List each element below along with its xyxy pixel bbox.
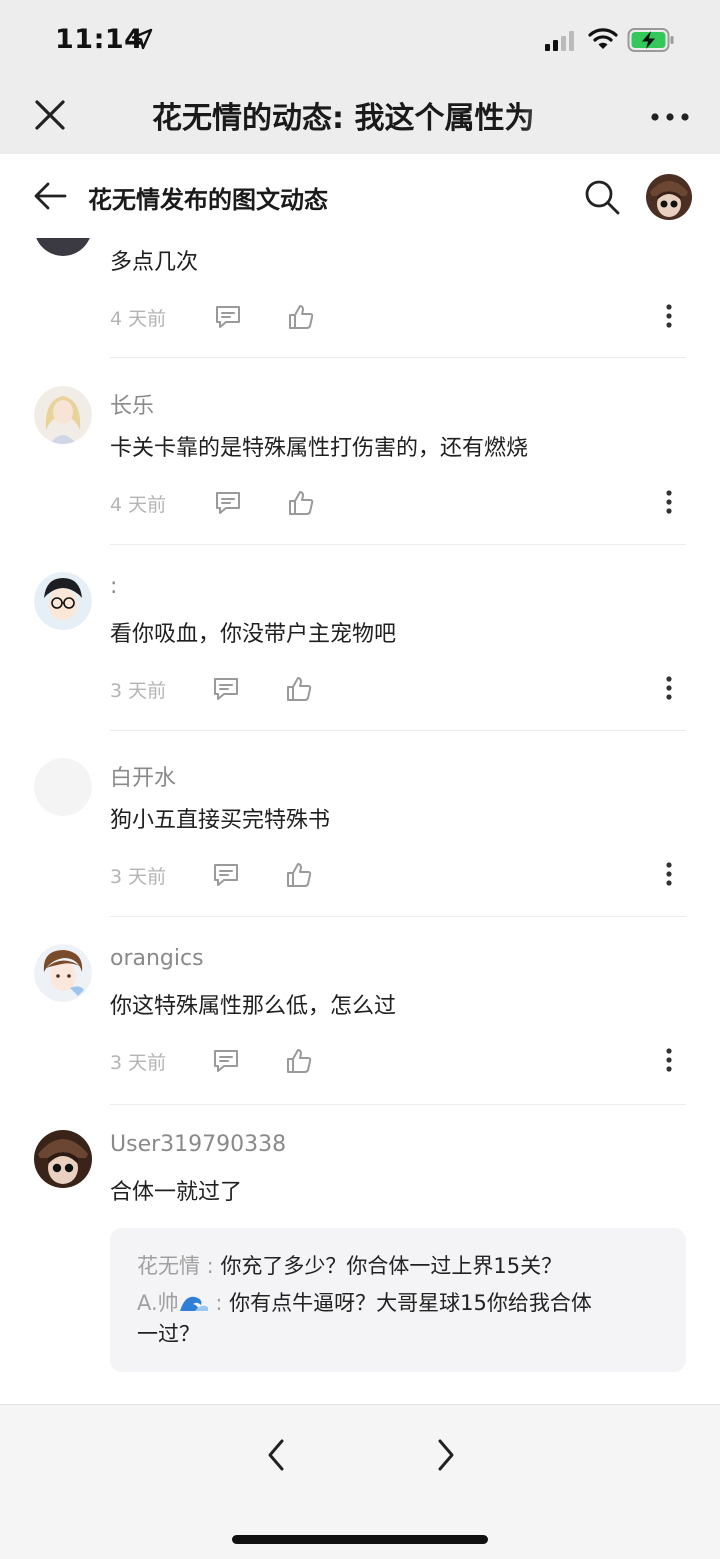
like-icon[interactable] bbox=[286, 676, 312, 702]
avatar[interactable] bbox=[34, 572, 92, 630]
bottom-toolbar bbox=[0, 1404, 720, 1559]
divider bbox=[110, 544, 686, 545]
kebab-icon[interactable] bbox=[664, 1048, 674, 1072]
comment-username: : bbox=[110, 574, 118, 599]
wifi-icon bbox=[588, 28, 618, 49]
page-header: 花无情发布的图文动态 bbox=[0, 154, 720, 238]
title-fade bbox=[520, 88, 590, 138]
reply-separator: : bbox=[208, 1291, 230, 1315]
like-icon[interactable] bbox=[288, 304, 314, 330]
reply-separator: : bbox=[200, 1254, 221, 1278]
divider bbox=[110, 357, 686, 358]
comment-username: User319790338 bbox=[110, 1132, 287, 1157]
reply-icon[interactable] bbox=[212, 862, 240, 888]
comment-text: 看你吸血，你没带户主宠物吧 bbox=[110, 622, 397, 647]
reply-text: 你有点牛逼呀？大哥星球15你给我合体 bbox=[229, 1291, 592, 1315]
comment-username: 长乐 bbox=[110, 394, 155, 419]
reply-item: A.帅 : 你有点牛逼呀？大哥星球15你给我合体 bbox=[137, 1287, 592, 1317]
comment-time: 3 天前 bbox=[110, 1052, 167, 1074]
comment-username: orangics bbox=[110, 946, 204, 971]
kebab-icon[interactable] bbox=[664, 862, 674, 886]
comment-username: 白开水 bbox=[110, 766, 177, 791]
reply-icon[interactable] bbox=[212, 676, 240, 702]
comment-time: 3 天前 bbox=[110, 680, 167, 702]
like-icon[interactable] bbox=[286, 1048, 312, 1074]
kebab-icon[interactable] bbox=[664, 304, 674, 328]
wave-emoji-icon bbox=[179, 1296, 208, 1311]
browser-chrome: 11:14 花无情的动态: 我这个属性为 bbox=[0, 0, 720, 154]
back-icon[interactable] bbox=[32, 180, 68, 212]
window-title: 花无情的动态: 我这个属性为 bbox=[152, 101, 535, 136]
cell-signal-icon bbox=[545, 31, 574, 51]
divider bbox=[110, 730, 686, 731]
reply-icon[interactable] bbox=[214, 304, 242, 330]
avatar[interactable] bbox=[34, 944, 92, 1002]
avatar[interactable] bbox=[34, 758, 92, 816]
next-icon[interactable] bbox=[432, 1437, 460, 1473]
comment-time: 4 天前 bbox=[110, 494, 167, 516]
comment-text: 卡关卡靠的是特殊属性打伤害的，还有燃烧 bbox=[110, 436, 529, 461]
battery-charging-icon bbox=[627, 28, 674, 52]
avatar[interactable] bbox=[34, 386, 92, 444]
location-arrow-icon bbox=[131, 28, 153, 50]
user-avatar[interactable] bbox=[646, 174, 692, 220]
divider bbox=[110, 916, 686, 917]
home-indicator[interactable] bbox=[232, 1535, 488, 1544]
reply-icon[interactable] bbox=[212, 1048, 240, 1074]
avatar[interactable] bbox=[34, 238, 92, 256]
reply-item: 花无情 : 你充了多少？你合体一过上界15关？ bbox=[137, 1250, 562, 1280]
more-icon[interactable] bbox=[650, 112, 690, 122]
comment-time: 3 天前 bbox=[110, 866, 167, 888]
like-icon[interactable] bbox=[286, 862, 312, 888]
reply-thread[interactable]: 花无情 : 你充了多少？你合体一过上界15关？ A.帅 : 你有点牛逼呀？大哥星… bbox=[110, 1228, 686, 1372]
comment-text: 多点几次 bbox=[110, 250, 199, 275]
reply-text: 你充了多少？你合体一过上界15关？ bbox=[220, 1254, 563, 1278]
divider bbox=[110, 1104, 686, 1105]
comment-text: 狗小五直接买完特殊书 bbox=[110, 808, 331, 833]
reply-text-continuation: 一过？ bbox=[137, 1322, 200, 1346]
prev-icon[interactable] bbox=[262, 1437, 290, 1473]
reply-author[interactable]: 花无情 bbox=[137, 1254, 200, 1278]
search-icon[interactable] bbox=[583, 178, 621, 216]
comment-list: 多点几次 4 天前 长乐 卡关卡靠的是特殊属性打伤害的，还有燃烧 4 天前: … bbox=[0, 238, 720, 1404]
like-icon[interactable] bbox=[288, 490, 314, 516]
comment-time: 4 天前 bbox=[110, 308, 167, 330]
reply-icon[interactable] bbox=[214, 490, 242, 516]
avatar[interactable] bbox=[34, 1130, 92, 1188]
comment-text: 你这特殊属性那么低，怎么过 bbox=[110, 994, 397, 1019]
reply-author[interactable]: A.帅 bbox=[137, 1291, 179, 1315]
page-title: 花无情发布的图文动态 bbox=[88, 186, 328, 214]
kebab-icon[interactable] bbox=[664, 676, 674, 700]
kebab-icon[interactable] bbox=[664, 490, 674, 514]
close-icon[interactable] bbox=[31, 96, 69, 134]
comment-text: 合体一就过了 bbox=[110, 1180, 243, 1205]
